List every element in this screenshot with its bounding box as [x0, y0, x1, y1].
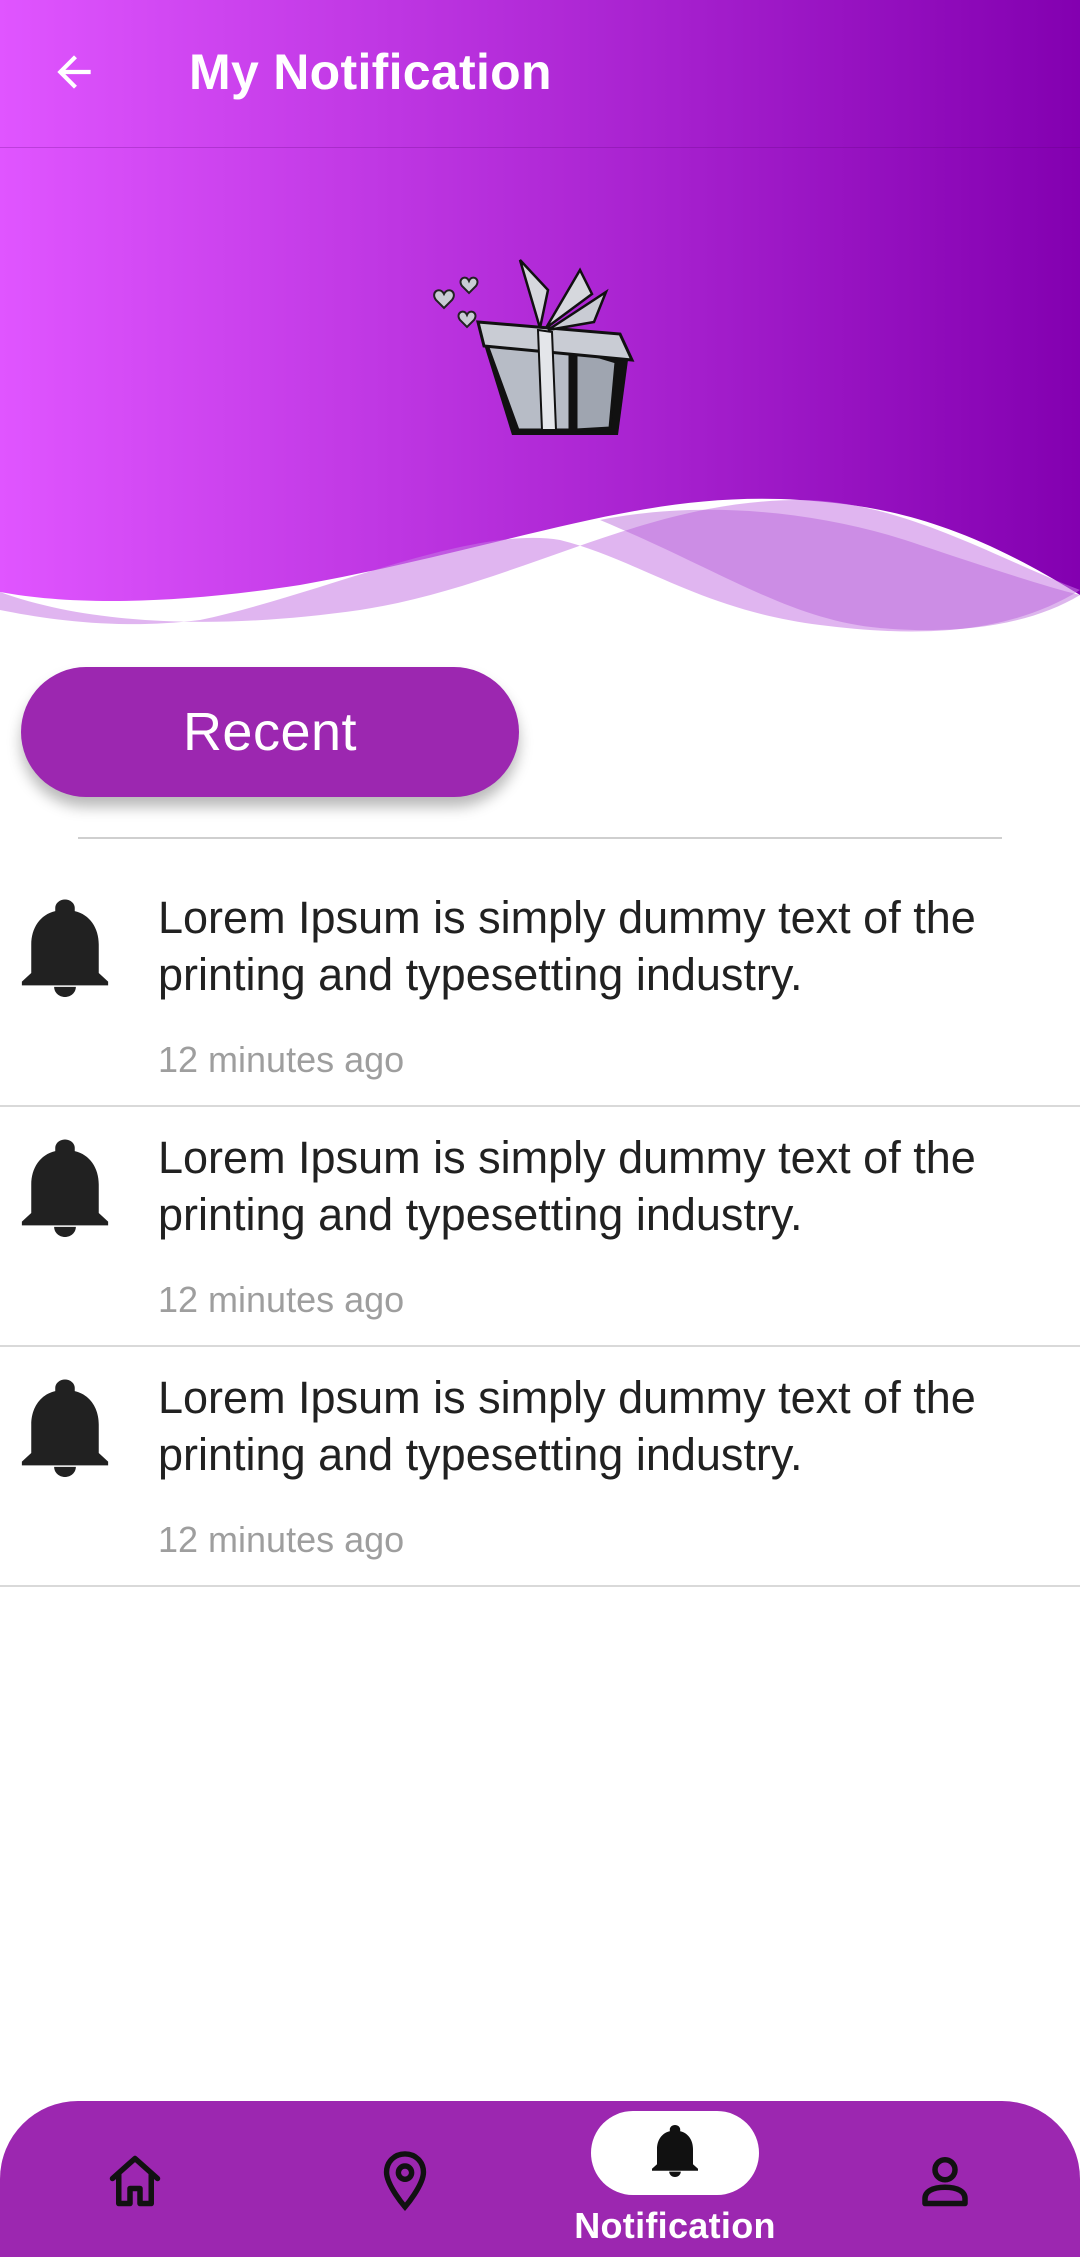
divider [78, 837, 1002, 839]
back-button[interactable] [40, 38, 108, 106]
nav-home-button[interactable] [105, 2151, 165, 2211]
bell-icon [21, 1379, 109, 1477]
nav-notification-label[interactable]: Notification [560, 2205, 790, 2247]
location-pin-icon [383, 2151, 427, 2211]
notification-item[interactable]: Lorem Ipsum is simply dummy text of the … [0, 1347, 1080, 1587]
recent-filter-button[interactable]: Recent [21, 667, 519, 797]
app-bar: My Notification [0, 0, 1080, 148]
bottom-navigation: Notification [0, 2101, 1080, 2257]
bell-icon [652, 2125, 698, 2177]
notification-text: Lorem Ipsum is simply dummy text of the … [158, 1372, 976, 1480]
notification-time: 12 minutes ago [158, 1039, 405, 1080]
home-icon [109, 2155, 161, 2207]
header-banner: My Notification [0, 0, 1080, 640]
bell-icon [21, 899, 109, 997]
notification-item[interactable]: Lorem Ipsum is simply dummy text of the … [0, 1107, 1080, 1347]
bell-icon [21, 1139, 109, 1237]
notification-text: Lorem Ipsum is simply dummy text of the … [158, 1132, 976, 1240]
notification-time: 12 minutes ago [158, 1519, 405, 1560]
notification-list: Lorem Ipsum is simply dummy text of the … [0, 867, 1080, 1587]
nav-notification-button[interactable] [591, 2111, 759, 2195]
nav-profile-button[interactable] [915, 2151, 975, 2211]
notification-text: Lorem Ipsum is simply dummy text of the … [158, 892, 976, 1000]
page-title: My Notification [189, 44, 552, 100]
notification-item[interactable]: Lorem Ipsum is simply dummy text of the … [0, 867, 1080, 1107]
gift-box-illustration [433, 259, 635, 435]
nav-location-button[interactable] [375, 2149, 435, 2213]
arrow-left-icon [57, 55, 91, 89]
profile-icon [922, 2157, 968, 2207]
notification-time: 12 minutes ago [158, 1279, 405, 1320]
